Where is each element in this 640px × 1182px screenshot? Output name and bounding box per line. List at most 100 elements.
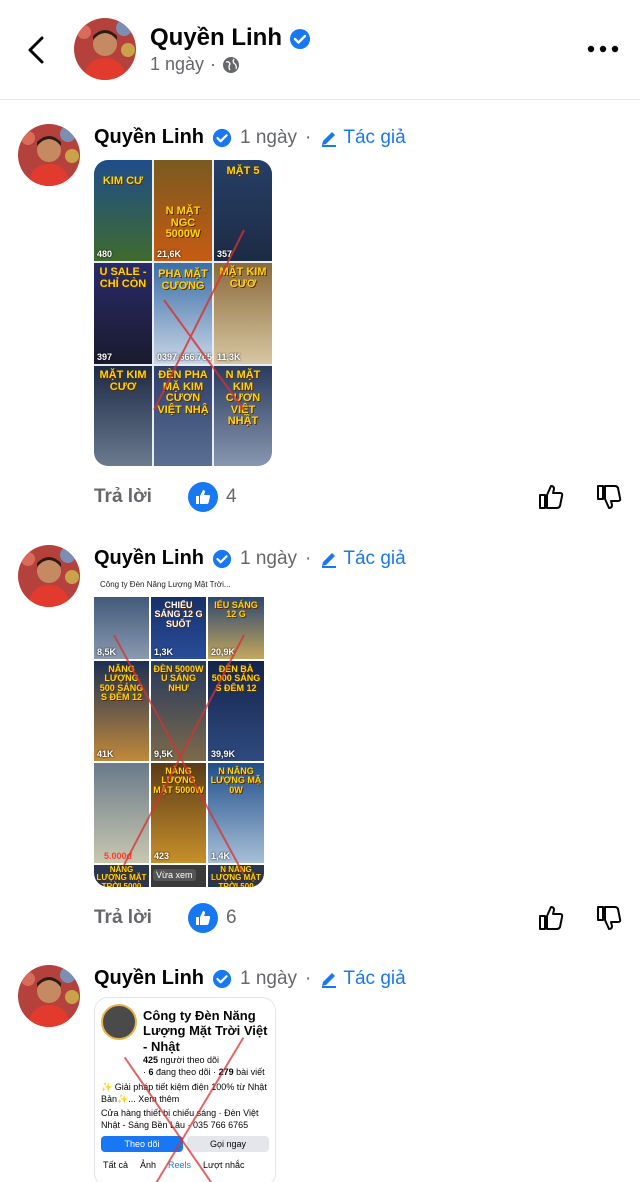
followers-line: 425 người theo dõi — [143, 1055, 219, 1065]
page-tab: Reels — [168, 1160, 192, 1170]
back-arrow-icon[interactable] — [20, 30, 56, 70]
avatar[interactable] — [18, 124, 80, 186]
reply-button[interactable]: Trả lời — [94, 907, 152, 929]
post-time[interactable]: 1 ngày — [150, 54, 204, 75]
comment-time: 1 ngày — [240, 967, 298, 989]
thumbs-up-icon[interactable] — [536, 903, 566, 933]
separator-dot: · — [305, 126, 312, 148]
tile-text: MẶT KIM CƯƠ — [219, 266, 267, 290]
tile-text: MẶT 5 — [226, 165, 260, 177]
author-badge: Tác giả — [319, 126, 406, 149]
view-count: 9,5K — [154, 749, 174, 759]
author-label: Tác giả — [343, 126, 406, 148]
reply-button[interactable]: Trả lời — [94, 486, 152, 508]
tile-text: N NĂNG LƯỢNG MẶT TRỜI 500 — [211, 865, 261, 887]
separator-dot: · — [210, 54, 217, 74]
image-tile: CHIẾU SÁNG 12 G SUỐT 1,3K — [151, 597, 206, 659]
followers-count: 425 — [143, 1055, 159, 1065]
thumbs-down-icon[interactable] — [594, 903, 624, 933]
separator-dot: · — [305, 967, 312, 989]
view-count: 423 — [154, 851, 170, 861]
page-card: Công ty Đèn Năng Lượng Mặt Trời Việt - N… — [95, 998, 275, 1182]
commenter-name[interactable]: Quyền Linh — [94, 967, 204, 990]
avatar[interactable] — [74, 18, 136, 80]
like-count: 4 — [226, 486, 237, 507]
page-store-line: Cửa hàng thiết bị chiếu sáng · Đèn Việt … — [101, 1108, 259, 1130]
tile-text: KIM CƯ — [102, 175, 144, 187]
tile-text: PHA MẶT CƯƠNG — [158, 268, 208, 292]
view-count: 21,6K — [157, 249, 182, 259]
thumbs-down-icon[interactable] — [594, 482, 624, 512]
tile-text: U SALE - CHỈ CÒN — [99, 266, 147, 290]
posts-count: 279 — [218, 1067, 234, 1077]
tile-text: ĐÈN 5000W U SÁNG NHƯ — [153, 664, 204, 693]
avatar[interactable] — [18, 545, 80, 607]
view-count: 397 — [97, 352, 113, 362]
tile-text: NĂNG LƯỢNG MẶT 5000W — [153, 766, 204, 795]
comment-image[interactable]: Công ty Đèn Năng Lượng Mặt Trời... 8,5K … — [94, 575, 264, 887]
image-tile: KIM CƯ 480 — [94, 160, 152, 261]
image-tile: ĐÈN 5000W U SÁNG NHƯ 9,5K — [151, 661, 206, 761]
tile-text: NĂNG LƯỢNG MẶT TRỜI 5000 — [96, 865, 147, 887]
comment-time: 1 ngày — [240, 126, 298, 148]
view-count: 41K — [97, 749, 114, 759]
following-count: 6 — [148, 1067, 154, 1077]
page-tab: Lượt nhắc — [203, 1160, 245, 1170]
view-count: 0397.666.765 — [157, 352, 212, 362]
comment-image[interactable]: KIM CƯ 480 N MẶT NGC 5000W 21,6K MẶT 5 3… — [94, 160, 272, 466]
tile-text: ĐÈN PHA MẶ KIM CƯƠN VIỆT NHẬ — [157, 369, 209, 416]
profile-name[interactable]: Quyền Linh — [150, 24, 311, 52]
author-badge: Tác giả — [319, 967, 406, 990]
commenter-name[interactable]: Quyền Linh — [94, 547, 204, 570]
image-tile: MẶT KIM CƯƠ 11,3K — [214, 263, 272, 364]
image-tile: MẶT 5 357 — [214, 160, 272, 261]
view-count: 1,4K — [211, 851, 231, 861]
author-label: Tác giả — [343, 967, 406, 989]
image-tile: PHA MẶT CƯƠNG 0397.666.765 — [154, 263, 212, 364]
view-count: 39,9K — [211, 749, 236, 759]
globe-icon — [223, 56, 240, 73]
image-tile: N NĂNG LƯỢNG MẶ 0W 1,4K — [208, 763, 264, 863]
pencil-icon — [322, 552, 337, 568]
tile-text: NĂNG LƯỢNG 500 SÁNG S ĐÊM 12 — [99, 664, 144, 703]
posts-label: bài viết — [236, 1067, 265, 1077]
tile-text: N MẶT NGC 5000W — [165, 205, 201, 241]
image-tile: NĂNG LƯỢNG 500 SÁNG S ĐÊM 12 41K — [94, 661, 149, 761]
price-text: 5.000đ — [104, 851, 133, 861]
reaction-count[interactable]: 6 — [188, 903, 237, 933]
separator-dot: · — [305, 547, 312, 569]
view-count: 1,3K — [154, 647, 174, 657]
price-tag: 5.000đ — [104, 851, 132, 861]
like-count: 6 — [226, 907, 237, 928]
page-bio: ✨ Giải pháp tiết kiệm điện 100% từ Nhật … — [101, 1082, 267, 1104]
tile-text: CHIẾU SÁNG 12 G SUỐT — [154, 600, 203, 629]
author-label: Tác giả — [343, 547, 406, 569]
stats-line: · 6 đang theo dõi · 279 bài viết — [143, 1067, 265, 1077]
verified-badge-icon — [289, 28, 310, 49]
image-tile: N MẶT NGC 5000W 21,6K — [154, 160, 212, 261]
followers-label: người theo dõi — [160, 1055, 220, 1065]
avatar[interactable] — [18, 965, 80, 1027]
reaction-count[interactable]: 4 — [188, 482, 237, 512]
more-options-icon[interactable] — [586, 38, 620, 60]
page-tabs: Tất cả Ảnh Reels Lượt nhắc — [103, 1160, 245, 1170]
tile-text: N MẶT KIM CƯƠN VIỆT NHẬT — [225, 369, 261, 428]
image-tile: ĐÈN BÀ 5000 SÁNG S ĐÊM 12 39,9K — [208, 661, 264, 761]
image-tile: N NĂNG LƯỢNG MẶT TRỜI 500 — [208, 865, 264, 887]
follow-label: Theo dõi — [124, 1139, 160, 1149]
author-badge: Tác giả — [319, 547, 406, 570]
image-tile: MẶT KIM CƯƠ — [94, 366, 152, 466]
comment-time: 1 ngày — [240, 547, 298, 569]
like-reaction-icon — [188, 903, 218, 933]
following-label: đang theo dõi — [156, 1067, 211, 1077]
image-tile: NĂNG LƯỢNG MẶT TRỜI 5000 — [94, 865, 149, 887]
seen-label: Vừa xem — [156, 870, 193, 880]
tile-text: MẶT KIM CƯƠ — [99, 369, 147, 393]
thumbs-up-icon[interactable] — [536, 482, 566, 512]
commenter-name[interactable]: Quyền Linh — [94, 126, 204, 149]
call-label: Gọi ngay — [209, 1139, 247, 1149]
view-count: 480 — [97, 249, 113, 259]
pencil-icon — [322, 972, 337, 988]
view-count: 11,3K — [217, 352, 241, 362]
comment-image[interactable]: Công ty Đèn Năng Lượng Mặt Trời Việt - N… — [94, 997, 276, 1182]
